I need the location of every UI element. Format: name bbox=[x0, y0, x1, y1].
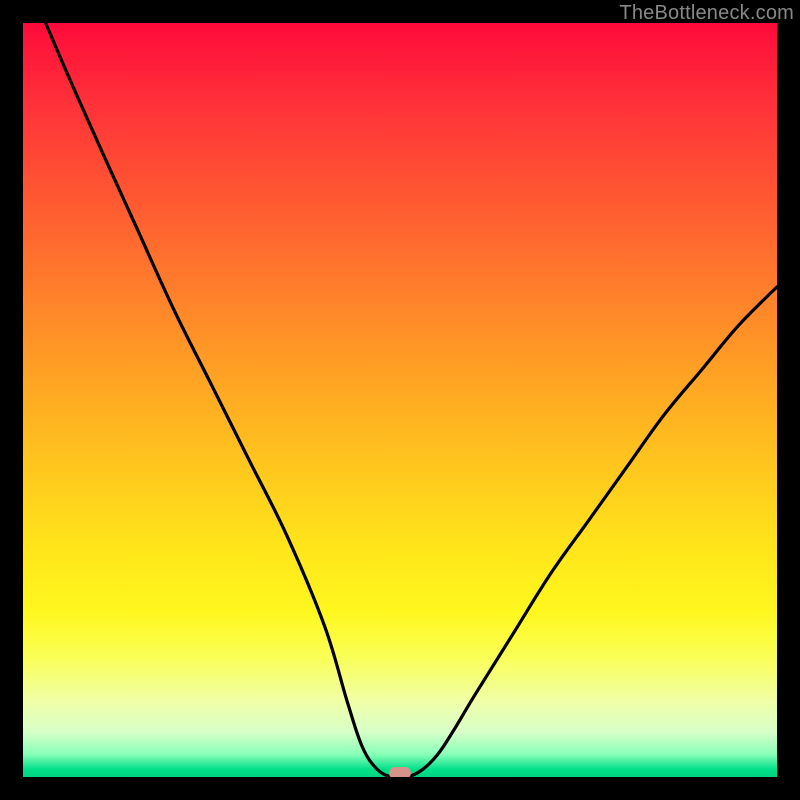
attribution-text: TheBottleneck.com bbox=[619, 2, 794, 25]
chart-frame: TheBottleneck.com bbox=[0, 0, 800, 800]
plot-area bbox=[23, 23, 777, 777]
optimum-marker bbox=[389, 767, 411, 777]
bottleneck-curve bbox=[23, 23, 777, 777]
